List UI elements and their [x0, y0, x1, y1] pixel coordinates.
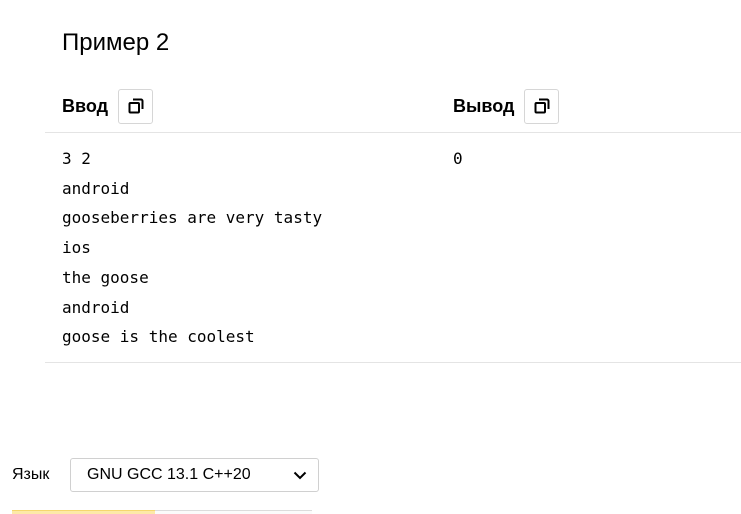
input-line: ios	[62, 238, 91, 258]
tab-inactive[interactable]	[155, 510, 312, 514]
sample-table: Ввод Вывод 3 2 android gooseberries are …	[45, 86, 741, 363]
language-select[interactable]: GNU GCC 13.1 C++20	[70, 458, 319, 492]
output-line: 0	[453, 149, 463, 168]
input-line: 3 2	[62, 149, 91, 168]
input-sample: 3 2 android gooseberries are very tasty …	[62, 144, 322, 352]
input-header-label: Ввод	[62, 95, 109, 116]
chevron-down-icon	[293, 471, 307, 480]
copy-input-button[interactable]	[118, 88, 154, 124]
example-title: Пример 2	[62, 29, 170, 56]
sample-body: 3 2 android gooseberries are very tasty …	[45, 133, 741, 363]
tab-active[interactable]	[12, 510, 155, 514]
output-header-label: Вывод	[453, 95, 515, 116]
input-line: the goose	[62, 267, 149, 287]
input-line: android	[62, 297, 130, 317]
input-line: android	[62, 178, 130, 198]
bottom-tabs	[12, 510, 312, 514]
copy-icon	[534, 98, 550, 114]
input-line: gooseberries are very tasty	[62, 208, 323, 228]
language-selected-value: GNU GCC 13.1 C++20	[87, 466, 251, 483]
sample-header: Ввод Вывод	[45, 86, 741, 133]
language-row: Язык GNU GCC 13.1 C++20	[12, 458, 319, 492]
input-column-header: Ввод	[62, 88, 154, 124]
language-label: Язык	[12, 466, 50, 483]
input-line: goose is the coolest	[62, 327, 255, 347]
output-sample: 0	[453, 144, 463, 174]
output-column-header: Вывод	[453, 88, 560, 124]
copy-output-button[interactable]	[524, 88, 560, 124]
copy-icon	[128, 98, 144, 114]
